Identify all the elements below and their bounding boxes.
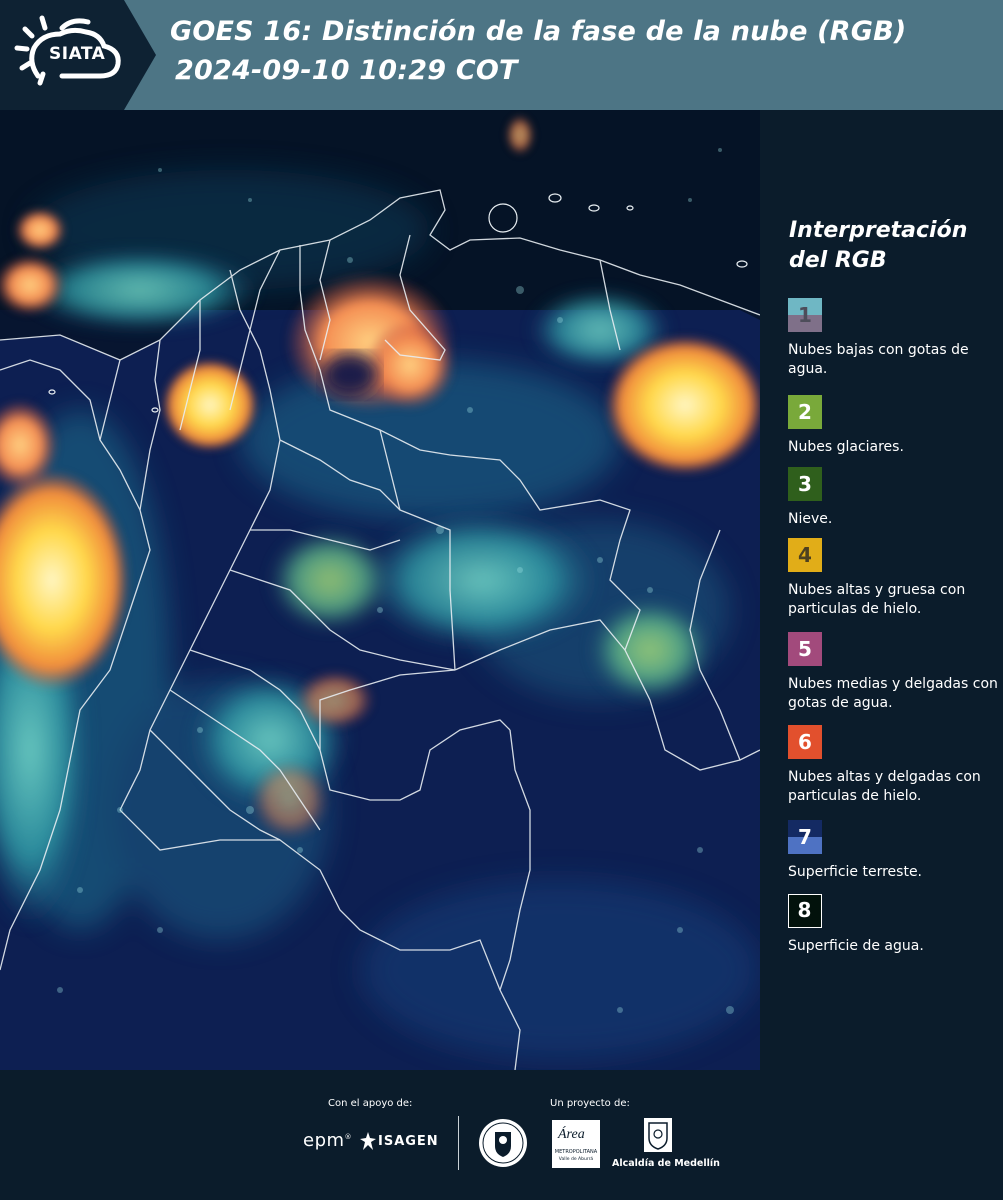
legend-number-1: 1	[798, 303, 812, 327]
legend-number-4: 4	[798, 543, 812, 567]
legend-item-6: 6 Nubes altas y delgadas con particulas …	[788, 725, 1002, 806]
page-title: GOES 16: Distinción de la fase de la nub…	[170, 16, 907, 47]
support-label: Con el apoyo de:	[328, 1098, 413, 1109]
siata-logo: SIATA	[0, 0, 156, 110]
legend-label-2: Nubes glaciares.	[788, 439, 904, 455]
legend-label-4: Nubes altas y gruesa con particulas de h…	[788, 582, 966, 617]
legend-swatch-5: 5	[788, 632, 822, 666]
legend-swatch-1: 1	[788, 298, 822, 332]
legend-item-7: 7 Superficie terreste.	[788, 820, 1002, 882]
project-label: Un proyecto de:	[550, 1098, 630, 1109]
isagen-mark-icon	[360, 1132, 376, 1150]
legend-item-3: 3 Nieve.	[788, 467, 1002, 529]
legend-label-8: Superficie de agua.	[788, 938, 924, 954]
legend-label-5: Nubes medias y delgadas con gotas de agu…	[788, 676, 998, 711]
legend-panel: Interpretación del RGB 1 Nubes bajas con…	[760, 110, 1003, 1070]
legend-label-6: Nubes altas y delgadas con particulas de…	[788, 769, 981, 804]
legend-item-2: 2 Nubes glaciares.	[788, 395, 1002, 457]
legend-number-2: 2	[798, 400, 812, 424]
area-logo-text: Área	[558, 1127, 585, 1142]
footer-divider	[458, 1116, 459, 1170]
area-metropolitana-logo: Área METROPOLITANA Valle de Aburrá	[552, 1120, 600, 1168]
legend-swatch-7: 7	[788, 820, 822, 854]
satellite-image	[0, 110, 760, 1070]
legend-item-5: 5 Nubes medias y delgadas con gotas de a…	[788, 632, 1002, 713]
footer: Con el apoyo de: Un proyecto de: epm® IS…	[0, 1070, 1003, 1200]
epm-logo-text: epm	[303, 1130, 345, 1151]
siata-logo-text: SIATA	[49, 44, 106, 64]
legend-label-3: Nieve.	[788, 511, 833, 527]
alcaldia-logo-text: Alcaldía de Medellín	[612, 1158, 720, 1169]
legend-number-7: 7	[798, 825, 812, 849]
satellite-map[interactable]	[0, 110, 760, 1070]
legend-number-6: 6	[798, 730, 812, 754]
medellin-seal-icon	[479, 1119, 527, 1167]
legend-label-7: Superficie terreste.	[788, 864, 923, 880]
legend-swatch-4: 4	[788, 538, 822, 572]
header-banner: SIATA GOES 16: Distinción de la fase de …	[0, 0, 1003, 110]
legend-number-3: 3	[798, 472, 812, 496]
page-timestamp: 2024-09-10 10:29 COT	[175, 55, 518, 86]
legend-item-8: 8 Superficie de agua.	[788, 894, 1002, 956]
legend-label-1: Nubes bajas con gotas de agua.	[788, 342, 969, 377]
legend-swatch-3: 3	[788, 467, 822, 501]
legend-title: Interpretación del RGB	[789, 218, 968, 273]
epm-logo: epm®	[303, 1130, 353, 1151]
legend-swatch-6: 6	[788, 725, 822, 759]
legend-number-8: 8	[797, 898, 812, 922]
area-logo-subtitle-2: Valle de Aburrá	[558, 1157, 594, 1162]
legend-number-5: 5	[798, 637, 812, 661]
isagen-logo: ISAGEN	[378, 1134, 439, 1149]
legend-swatch-8: 8	[788, 894, 822, 928]
legend-item-1: 1 Nubes bajas con gotas de agua.	[788, 298, 1002, 379]
legend-swatch-2: 2	[788, 395, 822, 429]
area-logo-subtitle: METROPOLITANA	[554, 1149, 598, 1155]
legend-item-4: 4 Nubes altas y gruesa con particulas de…	[788, 538, 1002, 619]
alcaldia-shield-icon	[644, 1118, 672, 1152]
